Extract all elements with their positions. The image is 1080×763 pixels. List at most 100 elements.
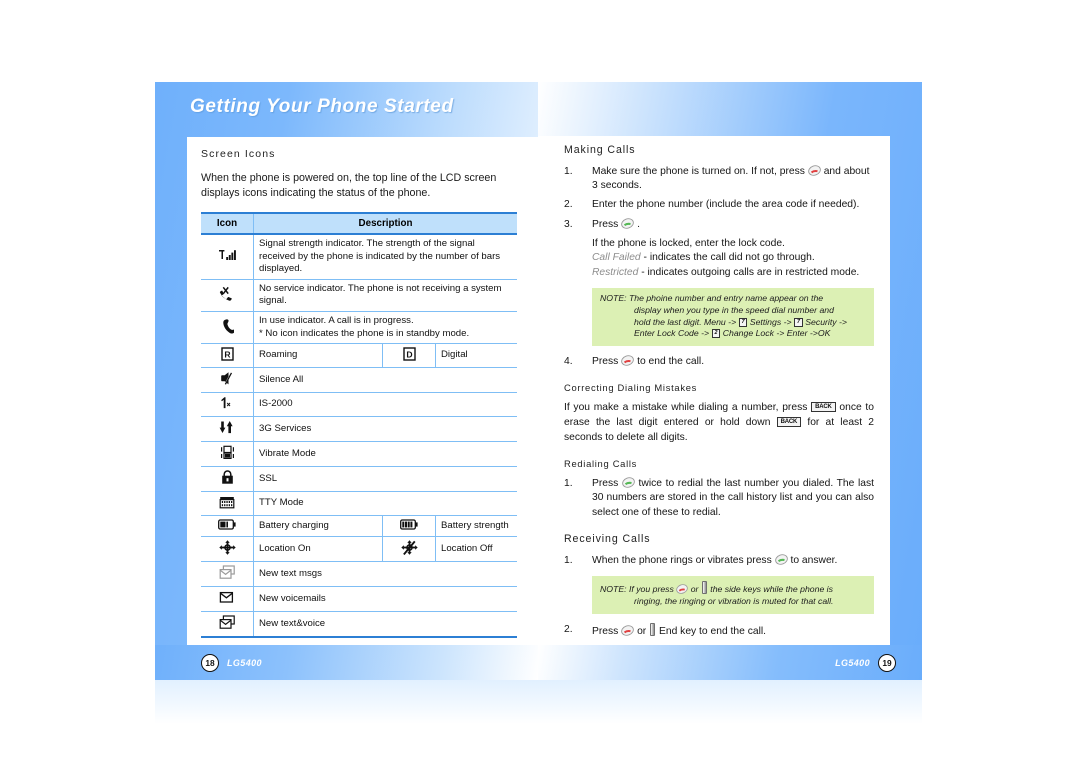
vibrate-mode-icon (201, 441, 254, 468)
step-text-cont: twice to redial the last number you dial… (592, 478, 874, 518)
step-number: 3. (564, 218, 573, 230)
send-key-icon (774, 554, 788, 566)
page-bottom-glow (155, 680, 922, 724)
left-page-footer: 18 LG5400 (201, 645, 401, 680)
table-row: New voicemails (201, 586, 517, 613)
key-7-icon-2: 7 (794, 317, 803, 327)
note2-line1b: or (690, 584, 699, 595)
right-page-content: Making Calls 1. Make sure the phone is t… (564, 144, 874, 644)
in-use-icon (201, 311, 254, 345)
row-description: Vibrate Mode (253, 441, 517, 468)
receiving-step2: 2. Press or End key to end the call. (564, 622, 874, 639)
row-description: New text&voice (253, 611, 517, 639)
note-line-4b: Change Lock -> Enter ->OK (722, 328, 831, 339)
new-voicemails-icon (201, 586, 254, 613)
row-description: SSL (253, 466, 517, 493)
step-text-cont: to answer. (790, 554, 838, 566)
page-number: 18 (201, 653, 219, 672)
note-label: NOTE: (600, 584, 627, 595)
receiving-steps: 1. When the phone rings or vibrates pres… (564, 554, 874, 568)
model-name: LG5400 (835, 657, 870, 668)
row-description: New voicemails (253, 586, 517, 613)
table-row: TTY Mode (201, 491, 517, 517)
row-description-2: Battery strength (435, 515, 517, 538)
table-row: Signal strength indicator. The strength … (201, 234, 517, 280)
step-text-cont: to end the call. (637, 356, 705, 368)
step-number: 2. (564, 623, 573, 635)
table-row: Vibrate Mode (201, 441, 517, 468)
redialing-steps: 1. Press twice to redial the last number… (564, 477, 874, 520)
back-key-icon-2: BACK (776, 417, 802, 428)
table-row: No service indicator. The phone is not r… (201, 279, 517, 312)
silence-all-icon (201, 367, 254, 394)
row-description: Silence All (253, 367, 517, 394)
location-off-icon (382, 536, 436, 563)
step-text: Make sure the phone is turned on. If not… (592, 166, 805, 177)
send-key-icon (621, 217, 635, 230)
end-key-icon (621, 355, 635, 367)
table-row: Silence All (201, 367, 517, 394)
battery-charging-icon (201, 515, 254, 538)
step-number: 1. (564, 478, 573, 490)
row-description: Location On (253, 536, 383, 563)
location-on-icon (201, 536, 254, 563)
row-description: Battery charging (253, 515, 383, 538)
list-item: 2. Enter the phone number (include the a… (564, 198, 874, 212)
note-line-4: Enter Lock Code -> 2 Change Lock -> Ente… (600, 328, 866, 340)
locked-line: If the phone is locked, enter the lock c… (592, 237, 785, 249)
restricted-line: Restricted - indicates outgoing calls ar… (564, 266, 874, 280)
note-line-2: display when you type in the speed dial … (634, 304, 834, 315)
list-item: 2. Press or End key to end the call. (564, 622, 874, 639)
table-row: IS-2000 (201, 392, 517, 418)
row-description: No service indicator. The phone is not r… (253, 279, 517, 312)
making-calls-heading: Making Calls (564, 144, 636, 156)
note2-line1c: the side keys while the phone is (710, 584, 833, 595)
key-2-icon: 2 (711, 329, 721, 339)
screen-icons-table: Icon Description Signal strength indicat… (201, 212, 517, 639)
call-failed-line: Call Failed - indicates the call did not… (564, 251, 874, 265)
correcting-text-a: If you make a mistake while dialing a nu… (564, 402, 808, 414)
restricted-label: Restricted (592, 266, 639, 278)
table-row: Battery charging Battery strength (201, 515, 517, 538)
table-row: New text&voice (201, 611, 517, 639)
row-description: TTY Mode (253, 491, 517, 517)
table-row: In use indicator. A call is in progress.… (201, 311, 517, 345)
step-text-cont: or (637, 625, 647, 637)
battery-strength-icon (382, 515, 436, 538)
table-row: 3G Services (201, 416, 517, 443)
side-key-icon (701, 581, 707, 595)
step-number: 4. (564, 356, 573, 368)
row-description: Signal strength indicator. The strength … (253, 234, 517, 280)
roaming-icon: R (201, 343, 254, 369)
correcting-dialing-text: If you make a mistake while dialing a nu… (564, 401, 874, 445)
side-key-icon (650, 622, 656, 636)
redialing-calls-heading: Redialing Calls (564, 458, 638, 470)
header-description: Description (253, 212, 517, 235)
row-description: 3G Services (253, 416, 517, 443)
is2000-icon (201, 392, 254, 418)
new-text-voice-icon (201, 611, 254, 639)
step-number: 1. (564, 166, 573, 177)
digital-icon: D (382, 343, 436, 369)
screen-icons-heading: Screen Icons (201, 148, 276, 160)
note-speed-dial: NOTE: The phoine number and entry name a… (592, 288, 874, 347)
step-text: Press (592, 356, 619, 368)
left-page-content: Screen Icons When the phone is powered o… (201, 148, 521, 639)
row-description-2: * No icon indicates the phone is in stan… (259, 327, 470, 339)
call-failed-label: Call Failed (592, 252, 641, 264)
end-key-icon (621, 624, 635, 637)
right-page-footer: LG5400 19 (696, 645, 896, 680)
svg-text:D: D (406, 349, 412, 359)
list-item: 1. When the phone rings or vibrates pres… (564, 554, 874, 568)
row-description: Roaming (253, 343, 383, 369)
list-item: 3. Press . (564, 217, 874, 232)
chapter-title-bar: Getting Your Phone Started (155, 82, 538, 137)
row-description: New text msgs (253, 561, 517, 588)
note2-line1a: If you press (628, 584, 674, 595)
table-header-row: Icon Description (201, 212, 517, 235)
send-key-icon (622, 477, 635, 489)
note-line-3c: Security -> (805, 316, 847, 327)
key-7-icon: 7 (738, 317, 748, 327)
step-text-cont: . (637, 218, 640, 230)
manual-page-spread: Getting Your Phone Started Screen Icons … (155, 82, 922, 680)
